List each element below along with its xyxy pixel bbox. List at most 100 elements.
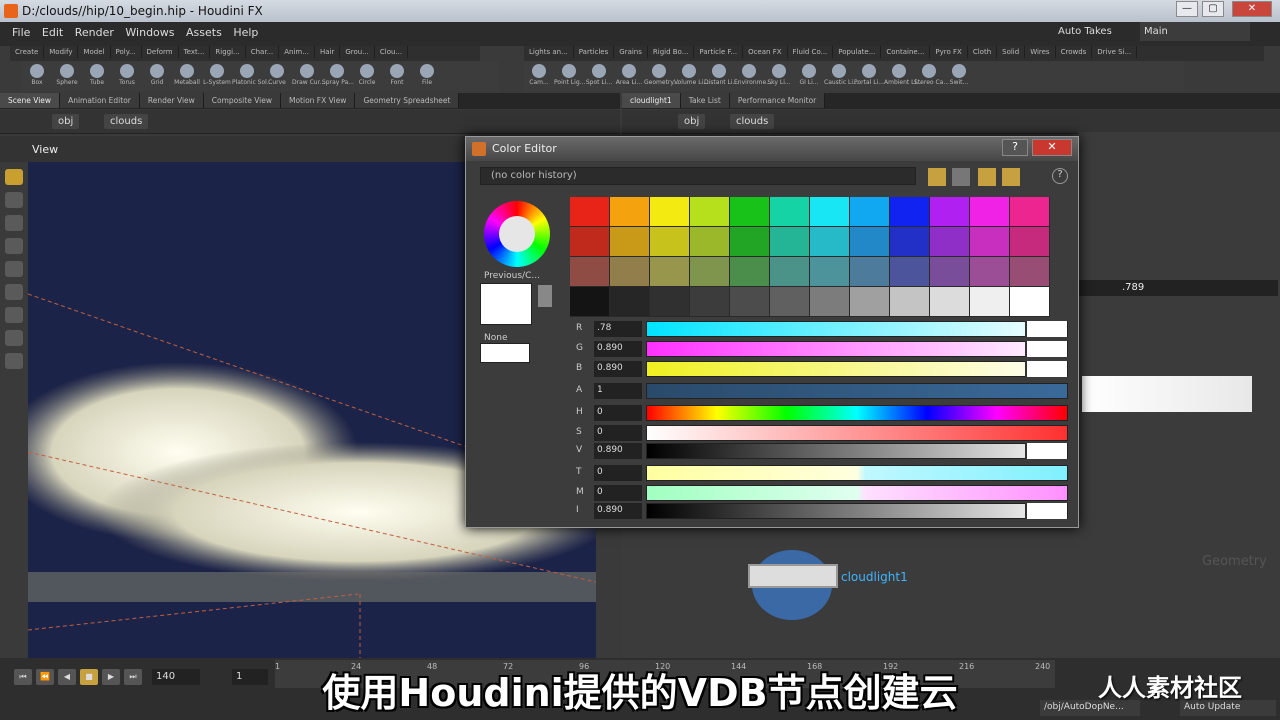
color-swatch[interactable] [850, 227, 889, 256]
color-swatch[interactable] [570, 287, 609, 316]
tool-right-6[interactable]: Distant Li... [704, 61, 738, 91]
menu-file[interactable]: File [8, 22, 34, 43]
help-button[interactable]: ? [1002, 139, 1028, 156]
color-wheel[interactable] [484, 201, 550, 267]
color-swatch[interactable] [650, 287, 689, 316]
channel-value-t[interactable]: 0 [594, 465, 642, 481]
color-swatch[interactable] [610, 257, 649, 286]
color-swatch[interactable] [570, 227, 609, 256]
shelf-tab-right-1[interactable]: Particles [574, 46, 615, 58]
channel-slider-a[interactable] [646, 383, 1068, 399]
tool-right-8[interactable]: Sky Li... [764, 61, 794, 91]
color-swatch[interactable] [730, 227, 769, 256]
channel-slider-v[interactable] [646, 443, 1068, 459]
shelf-tab-left-9[interactable]: Hair [315, 46, 341, 58]
tool-left-6[interactable]: L-System [202, 61, 232, 91]
tool-left-1[interactable]: Sphere [52, 61, 82, 91]
slider-handle[interactable] [1025, 321, 1067, 337]
shelf-tab-right-5[interactable]: Ocean FX [743, 46, 788, 58]
color-swatch[interactable] [1010, 257, 1049, 286]
pose-tool-icon[interactable] [5, 284, 23, 300]
color-swatch[interactable] [890, 197, 929, 226]
menu-assets[interactable]: Assets [182, 22, 226, 43]
channel-value-s[interactable]: 0 [594, 425, 642, 441]
channel-slider-r[interactable] [646, 321, 1068, 337]
tool-left-7[interactable]: Platonic Sol... [232, 61, 273, 91]
slider-handle[interactable] [1025, 443, 1067, 459]
eyedropper-icon[interactable] [538, 285, 552, 307]
shelf-tab-left-11[interactable]: Clou... [375, 46, 409, 58]
channel-slider-h[interactable] [646, 405, 1068, 421]
shelf-tab-right-4[interactable]: Particle F... [694, 46, 744, 58]
shelf-tab-left-2[interactable]: Model [78, 46, 111, 58]
dialog-close-button[interactable]: ✕ [1032, 139, 1072, 156]
tool-right-9[interactable]: GI Li... [794, 61, 824, 91]
color-swatch[interactable] [690, 227, 729, 256]
shelf-tab-left-0[interactable]: Create [10, 46, 45, 58]
pane-tab-left-4[interactable]: Motion FX View [281, 93, 356, 108]
menu-help[interactable]: Help [229, 22, 262, 43]
shelf-tab-right-3[interactable]: Rigid Bo... [648, 46, 695, 58]
color-swatch[interactable] [1010, 227, 1049, 256]
color-swatch[interactable] [970, 287, 1009, 316]
color-history-dropdown[interactable]: (no color history) [480, 167, 916, 185]
color-swatch[interactable] [770, 257, 809, 286]
channel-value-b[interactable]: 0.890 [594, 361, 642, 377]
light-node[interactable] [748, 564, 838, 588]
color-swatch[interactable] [570, 257, 609, 286]
tool-left-12[interactable]: Font [382, 61, 412, 91]
pane-tab-left-0[interactable]: Scene View [0, 93, 61, 108]
path-obj-right[interactable]: obj [678, 114, 706, 129]
tool-right-11[interactable]: Portal Li... [854, 61, 884, 91]
close-button[interactable]: ✕ [1232, 1, 1272, 17]
color-swatch[interactable] [970, 257, 1009, 286]
channel-value-g[interactable]: 0.890 [594, 341, 642, 357]
shelf-tab-right-13[interactable]: Crowds [1056, 46, 1093, 58]
channel-value-i[interactable]: 0.890 [594, 503, 642, 519]
shelf-tab-left-4[interactable]: Deform [142, 46, 179, 58]
pane-tab-left-5[interactable]: Geometry Spreadsheet [355, 93, 460, 108]
channel-slider-b[interactable] [646, 361, 1068, 377]
color-swatch[interactable] [730, 287, 769, 316]
slider-mode-2-icon[interactable] [1002, 168, 1020, 186]
channel-value-a[interactable]: 1 [594, 383, 642, 399]
shelf-tab-left-8[interactable]: Anim... [279, 46, 315, 58]
color-swatch[interactable] [770, 227, 809, 256]
shelf-tab-left-7[interactable]: Char... [246, 46, 280, 58]
color-swatch[interactable] [610, 197, 649, 226]
color-swatch[interactable] [810, 287, 849, 316]
color-swatch[interactable] [930, 227, 969, 256]
rotate-tool-icon[interactable] [5, 215, 23, 231]
color-swatch[interactable] [850, 257, 889, 286]
tool-right-2[interactable]: Spot Li... [584, 61, 614, 91]
pane-tab-left-3[interactable]: Composite View [203, 93, 281, 108]
color-swatch[interactable] [650, 227, 689, 256]
take-selector[interactable]: Main [1140, 22, 1250, 41]
shelf-tab-right-0[interactable]: Lights an... [524, 46, 574, 58]
slider-handle[interactable] [1025, 361, 1067, 377]
menu-edit[interactable]: Edit [38, 22, 67, 43]
tool-right-14[interactable]: Swit... [944, 61, 974, 91]
pane-tab-right-0[interactable]: cloudlight1 [622, 93, 681, 108]
color-swatch[interactable] [810, 197, 849, 226]
handle-tool-icon[interactable] [5, 261, 23, 277]
shelf-tab-right-9[interactable]: Pyro FX [930, 46, 968, 58]
tool-right-3[interactable]: Area Li... [614, 61, 644, 91]
channel-slider-t[interactable] [646, 465, 1068, 481]
channel-value-m[interactable]: 0 [594, 485, 642, 501]
tool-left-13[interactable]: File [412, 61, 442, 91]
color-swatch[interactable] [850, 287, 889, 316]
slider-handle[interactable] [1025, 341, 1067, 357]
pane-tab-left-1[interactable]: Animation Editor [60, 93, 140, 108]
color-swatch[interactable] [890, 287, 929, 316]
pane-tab-left-2[interactable]: Render View [139, 93, 204, 108]
menu-render[interactable]: Render [71, 22, 118, 43]
color-swatch[interactable] [970, 197, 1009, 226]
color-swatch[interactable] [570, 197, 609, 226]
menu-windows[interactable]: Windows [121, 22, 178, 43]
channel-value-r[interactable]: .78 [594, 321, 642, 337]
tool-left-11[interactable]: Circle [352, 61, 382, 91]
color-ramp-preview[interactable] [1082, 376, 1252, 412]
color-swatch[interactable] [890, 257, 929, 286]
shelf-tab-right-8[interactable]: Containe... [881, 46, 931, 58]
